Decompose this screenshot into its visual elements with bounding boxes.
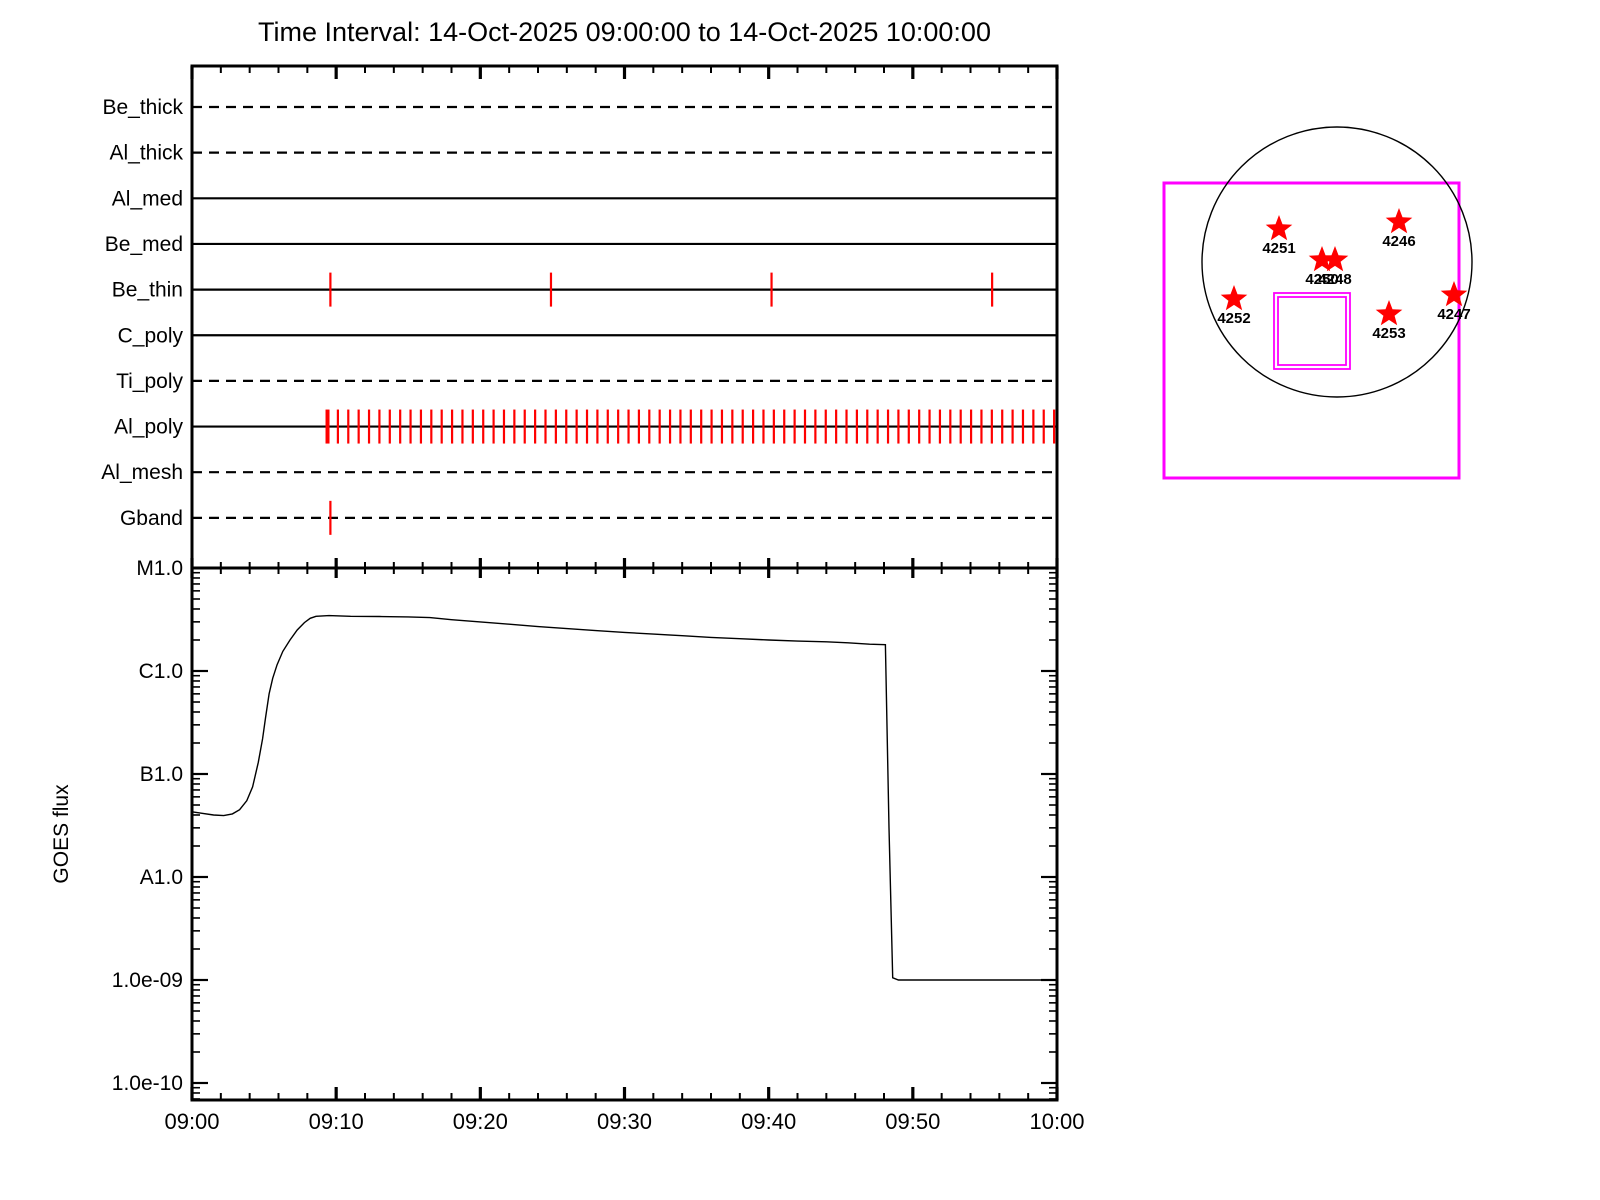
timeline-row-label-Al_med: Al_med	[112, 187, 183, 210]
active-region-star-4251	[1265, 215, 1293, 241]
active-region-star-4253	[1375, 300, 1403, 326]
xrt-observation-summary-plot: Time Interval: 14-Oct-2025 09:00:00 to 1…	[0, 0, 1600, 1200]
active-region-star-4252	[1220, 285, 1248, 311]
y-axis-label: 1.0e-09	[112, 969, 183, 992]
timeline-row-label-Be_thick: Be_thick	[102, 96, 183, 119]
active-region-label-4248: 4248	[1318, 271, 1351, 288]
timeline-row-label-C_poly: C_poly	[118, 324, 184, 347]
active-region-label-4251: 4251	[1262, 240, 1295, 257]
active-region-label-4252: 4252	[1217, 310, 1250, 327]
timeline-row-label-Be_thin: Be_thin	[112, 279, 183, 302]
timeline-row-label-Ti_poly: Ti_poly	[116, 370, 183, 393]
active-region-label-4253: 4253	[1372, 325, 1405, 342]
x-axis-label: 09:40	[741, 1109, 796, 1134]
active-region-star-4246	[1385, 208, 1413, 234]
goes-flux-curve	[191, 614, 1057, 981]
fov-box-inner	[1273, 292, 1351, 370]
x-axis-label: 09:50	[885, 1109, 940, 1134]
goes-panel-frame	[190, 566, 1059, 1102]
x-axis-label: 09:00	[164, 1109, 219, 1134]
y-axis-label: B1.0	[140, 763, 183, 786]
y-axis-label: C1.0	[139, 660, 183, 683]
x-axis-label: 09:30	[597, 1109, 652, 1134]
timeline-row-label-Gband: Gband	[120, 507, 183, 530]
timeline-row-label-Al_thick: Al_thick	[109, 142, 183, 165]
fov-box-outer	[1162, 181, 1461, 480]
x-axis-label: 09:20	[453, 1109, 508, 1134]
fov-box-inner-2	[1277, 296, 1347, 366]
chart-canvas: Be_thick Al_thick Al_med Be_med Be_thin C_pol…	[101, 64, 1473, 1134]
active-region-label-4246: 4246	[1382, 233, 1415, 250]
active-region-label-4247: 4247	[1437, 306, 1470, 323]
y-axis-label: A1.0	[140, 866, 183, 889]
x-axis-label: 09:10	[309, 1109, 364, 1134]
active-region-star-4247	[1440, 281, 1468, 307]
timeline-row-label-Al_poly: Al_poly	[114, 416, 183, 439]
y-axis-label: 1.0e-10	[112, 1072, 183, 1095]
timeline-row-label-Be_med: Be_med	[105, 233, 183, 256]
y-axis-label: M1.0	[136, 557, 183, 580]
timeline-panel-frame	[190, 64, 1059, 570]
timeline-row-label-Al_mesh: Al_mesh	[101, 461, 183, 484]
x-axis-label: 10:00	[1029, 1109, 1084, 1134]
